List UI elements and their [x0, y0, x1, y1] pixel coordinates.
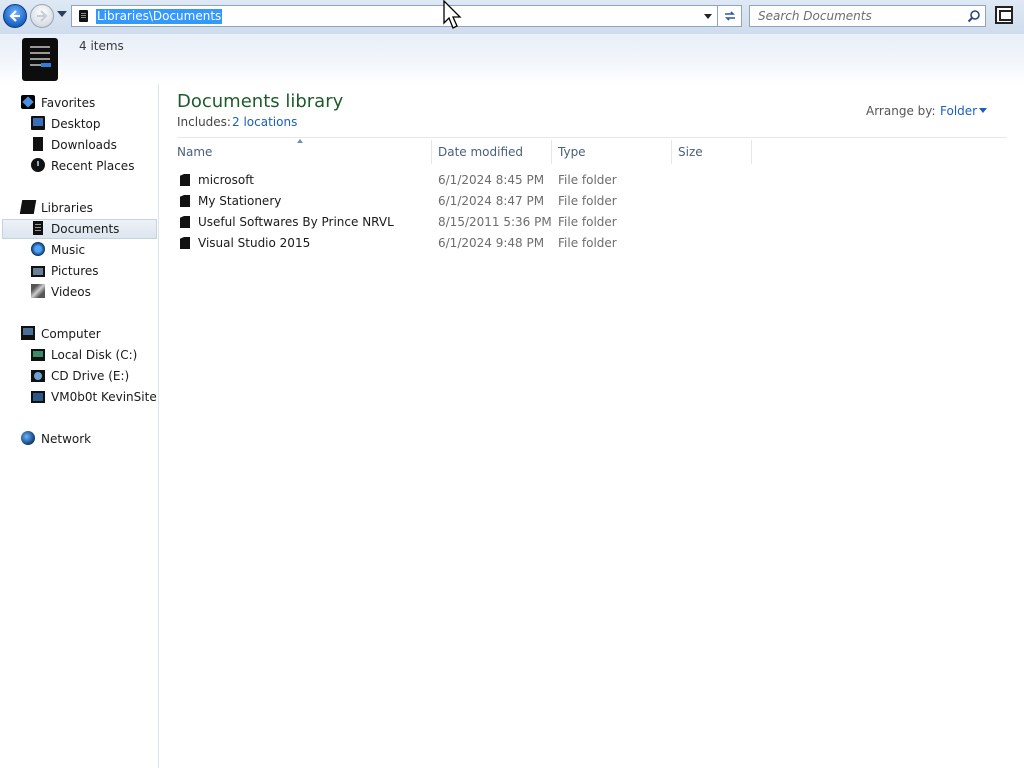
forward-arrow-icon: [37, 10, 48, 22]
arrange-by-dropdown[interactable]: Folder: [940, 104, 977, 118]
column-header-size[interactable]: Size: [672, 140, 752, 164]
arrange-by-label: Arrange by:: [866, 104, 936, 118]
desktop-icon: [31, 116, 45, 130]
refresh-icon: [724, 11, 735, 21]
file-row[interactable]: My Stationery 6/1/2024 8:47 PM File fold…: [177, 191, 757, 212]
documents-library-icon: [79, 10, 88, 22]
divider: [177, 137, 1007, 138]
nav-item-desktop[interactable]: Desktop: [31, 114, 101, 134]
nav-item-label: Videos: [51, 285, 91, 299]
nav-computer[interactable]: Computer: [21, 324, 101, 344]
file-type: File folder: [558, 236, 617, 250]
nav-item-label: Recent Places: [51, 159, 135, 173]
file-date: 6/1/2024 8:45 PM: [438, 173, 545, 187]
file-row[interactable]: microsoft 6/1/2024 8:45 PM File folder: [177, 170, 757, 191]
includes-locations-link[interactable]: 2 locations: [232, 115, 297, 129]
mouse-pointer-icon: [443, 0, 462, 29]
nav-item-downloads[interactable]: Downloads: [31, 135, 117, 155]
videos-icon: [31, 284, 45, 298]
search-input[interactable]: [750, 6, 960, 26]
item-count: 4 items: [79, 39, 124, 53]
file-type: File folder: [558, 173, 617, 187]
nav-item-recent-places[interactable]: Recent Places: [31, 156, 134, 176]
file-name: My Stationery: [198, 194, 282, 208]
address-toolbar: Libraries\Documents: [0, 0, 1024, 34]
recent-pages-dropdown[interactable]: [57, 11, 67, 17]
sort-ascending-icon: [297, 139, 303, 143]
column-header-type[interactable]: Type: [552, 140, 672, 164]
forward-button[interactable]: [30, 4, 54, 28]
nav-network[interactable]: Network: [21, 429, 91, 449]
file-name: Useful Softwares By Prince NRVL: [198, 215, 394, 229]
nav-item-videos[interactable]: Videos: [31, 282, 91, 302]
file-type: File folder: [558, 194, 617, 208]
recent-places-icon: [31, 158, 45, 172]
nav-favorites-label: Favorites: [41, 96, 96, 110]
local-disk-icon: [31, 349, 45, 361]
libraries-icon: [19, 200, 37, 214]
details-header: 4 items: [0, 34, 1024, 84]
nav-item-music[interactable]: Music: [31, 240, 85, 260]
nav-item-label: Downloads: [51, 138, 117, 152]
address-bar[interactable]: Libraries\Documents: [71, 5, 718, 27]
pictures-icon: [31, 266, 45, 277]
file-date: 6/1/2024 9:48 PM: [438, 236, 545, 250]
navigation-pane: Favorites Desktop Downloads Recent Place…: [0, 84, 159, 768]
includes-label: Includes:: [177, 115, 231, 129]
nav-item-label: Desktop: [51, 117, 101, 131]
nav-item-label: CD Drive (E:): [51, 369, 130, 383]
documents-icon: [33, 221, 43, 235]
file-name: microsoft: [198, 173, 254, 187]
nav-item-network-drive[interactable]: VM0b0t KevinSite: [31, 387, 157, 407]
nav-computer-label: Computer: [41, 327, 101, 341]
file-date: 6/1/2024 8:47 PM: [438, 194, 545, 208]
network-icon: [21, 431, 35, 445]
folder-icon: [180, 216, 190, 228]
nav-favorites[interactable]: Favorites: [21, 93, 95, 113]
refresh-button[interactable]: [718, 5, 742, 27]
file-name: Visual Studio 2015: [198, 236, 311, 250]
computer-icon: [21, 326, 35, 340]
folder-icon: [180, 174, 190, 186]
downloads-icon: [33, 137, 43, 151]
file-row[interactable]: Useful Softwares By Prince NRVL 8/15/201…: [177, 212, 757, 233]
nav-item-label: Documents: [51, 222, 120, 236]
music-icon: [31, 242, 45, 256]
file-type: File folder: [558, 215, 617, 229]
folder-icon: [180, 237, 190, 249]
nav-item-label: Local Disk (C:): [51, 348, 138, 362]
address-dropdown-icon[interactable]: [704, 14, 712, 19]
nav-libraries-label: Libraries: [41, 201, 93, 215]
nav-item-local-disk[interactable]: Local Disk (C:): [31, 345, 137, 365]
back-button[interactable]: [3, 4, 27, 28]
column-header-name[interactable]: Name: [171, 140, 432, 164]
folder-icon: [180, 195, 190, 207]
search-box[interactable]: [749, 5, 986, 27]
nav-item-documents[interactable]: Documents: [2, 219, 157, 239]
cd-drive-icon: [31, 370, 45, 382]
nav-libraries[interactable]: Libraries: [19, 198, 93, 218]
file-date: 8/15/2011 5:36 PM: [438, 215, 552, 229]
nav-network-label: Network: [41, 432, 92, 446]
favorites-star-icon: [21, 95, 35, 109]
library-title: Documents library: [177, 91, 344, 112]
back-arrow-icon: [9, 10, 20, 22]
arrange-dropdown-icon[interactable]: [979, 108, 987, 113]
address-path[interactable]: Libraries\Documents: [96, 9, 223, 24]
file-row[interactable]: Visual Studio 2015 6/1/2024 9:48 PM File…: [177, 233, 757, 254]
nav-item-label: VM0b0t KevinSite: [51, 390, 157, 404]
documents-library-large-icon: [22, 38, 58, 81]
network-drive-icon: [31, 391, 45, 403]
column-header-date-modified[interactable]: Date modified: [432, 140, 552, 164]
search-icon[interactable]: [967, 9, 981, 23]
nav-item-cd-drive[interactable]: CD Drive (E:): [31, 366, 129, 386]
nav-item-pictures[interactable]: Pictures: [31, 261, 99, 281]
nav-item-label: Music: [51, 243, 86, 257]
restore-window-button[interactable]: [995, 6, 1013, 24]
nav-item-label: Pictures: [51, 264, 99, 278]
